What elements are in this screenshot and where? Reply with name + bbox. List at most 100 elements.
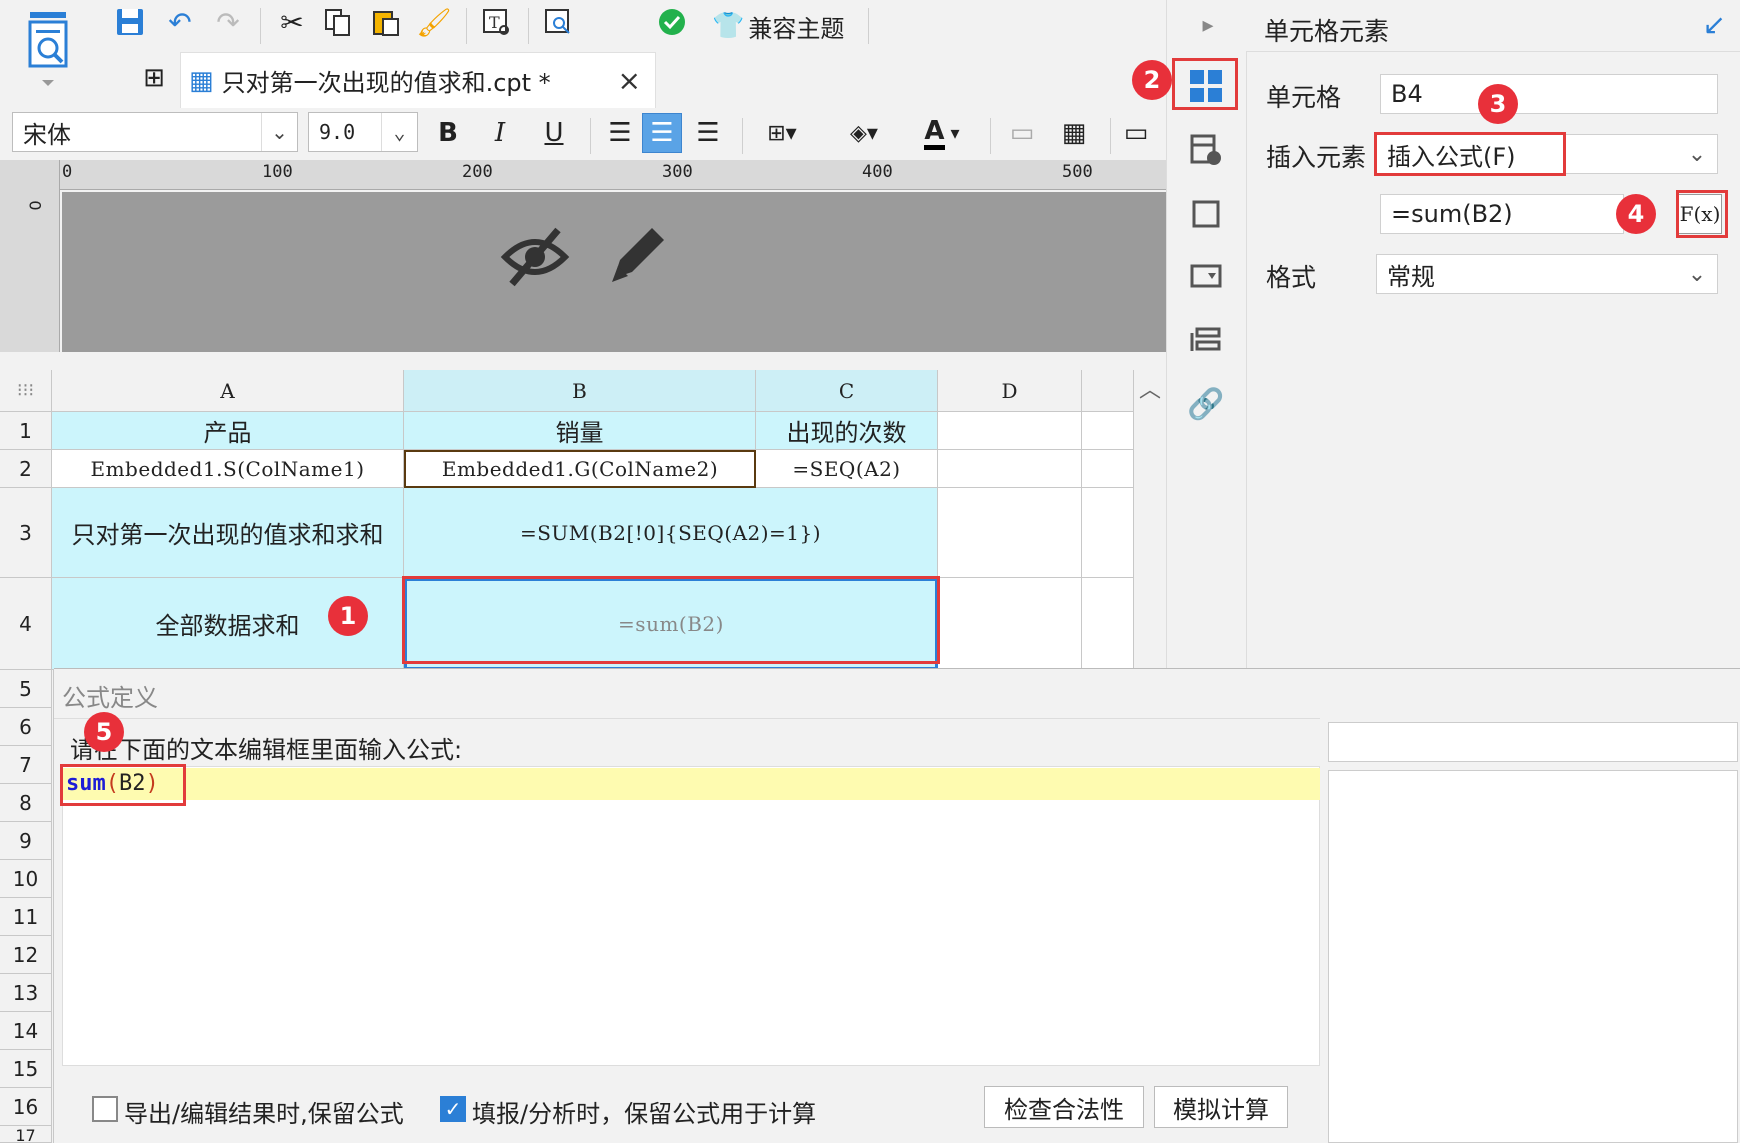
select-all-corner[interactable]: ⁝⁝⁝ [0, 370, 52, 412]
row-header-4[interactable]: 4 [0, 578, 52, 670]
inspect-icon[interactable] [538, 2, 578, 42]
row-header-15[interactable]: 15 [0, 1050, 52, 1088]
cell-a2[interactable]: Embedded1.S(ColName1) [52, 450, 404, 488]
paste-icon[interactable] [366, 2, 406, 42]
format-label: 格式 [1266, 263, 1317, 292]
row-header-8[interactable]: 8 [0, 784, 52, 822]
formula-input[interactable]: =sum(B2) [1380, 194, 1624, 234]
copy-icon[interactable] [318, 2, 358, 42]
annotation-box-4 [1676, 190, 1728, 238]
keep-formula-export-checkbox[interactable] [92, 1096, 118, 1122]
scroll-up-icon[interactable]: ︿ [1134, 370, 1166, 406]
keep-formula-fill-checkbox[interactable]: ✓ [440, 1096, 466, 1122]
close-icon[interactable]: × [618, 64, 641, 97]
font-color-button[interactable]: A ▾ [910, 113, 974, 153]
edit-pencil-icon[interactable] [602, 220, 672, 290]
redo-icon[interactable]: ↷ [208, 2, 248, 42]
cell-d4[interactable] [938, 578, 1082, 670]
border-icon[interactable]: ⊞▾ [750, 113, 814, 153]
align-left-icon[interactable]: ☰ [600, 113, 640, 153]
wrap-icon[interactable]: ▭ [1116, 113, 1156, 153]
cell-e4[interactable] [1082, 578, 1134, 670]
function-search-input[interactable] [1328, 722, 1738, 762]
grid-view-icon[interactable]: ⊞ [136, 60, 172, 96]
cut-icon[interactable]: ✂ [272, 2, 312, 42]
cell-e2[interactable] [1082, 450, 1134, 488]
widget-icon[interactable] [1186, 194, 1226, 234]
row-header-17[interactable]: 17 [0, 1126, 52, 1143]
chevron-down-icon: ⌄ [1687, 261, 1707, 287]
cell-d2[interactable] [938, 450, 1082, 488]
row-header-10[interactable]: 10 [0, 860, 52, 898]
theme-icon: 👕 [712, 11, 745, 41]
align-right-icon[interactable]: ☰ [688, 113, 728, 153]
tab-report[interactable]: ▦ 只对第一次出现的值求和.cpt * × [180, 52, 656, 108]
ruler-label: 300 [662, 162, 693, 182]
row-header-1[interactable]: 1 [0, 412, 52, 450]
property-panel-header: 单元格元素 ↙ [1246, 0, 1740, 52]
align-center-icon[interactable]: ☰ [642, 113, 682, 153]
preview-icon[interactable] [18, 8, 78, 88]
row-header-12[interactable]: 12 [0, 936, 52, 974]
merge-cell-icon[interactable]: ▭ [1002, 113, 1042, 153]
simulate-button[interactable]: 模拟计算 [1154, 1086, 1288, 1128]
column-header-c[interactable]: C [756, 370, 938, 412]
cell-attribute-icon[interactable] [1186, 130, 1226, 170]
column-header-d[interactable]: D [938, 370, 1082, 412]
row-header-11[interactable]: 11 [0, 898, 52, 936]
row-header-6[interactable]: 6 [0, 708, 52, 746]
collapse-panel-icon[interactable]: ↙ [1703, 8, 1726, 41]
row-header-3[interactable]: 3 [0, 488, 52, 578]
collapse-arrow-icon[interactable]: ▸ [1196, 10, 1220, 40]
italic-button[interactable]: I [480, 113, 520, 153]
compat-theme-button[interactable]: 👕 兼容主题 [712, 8, 844, 44]
ruler-label: 0 [62, 162, 73, 182]
cell-b1[interactable]: 销量 [404, 412, 756, 450]
row-header-14[interactable]: 14 [0, 1012, 52, 1050]
fill-color-icon[interactable]: ◈▾ [832, 113, 896, 153]
row-header-7[interactable]: 7 [0, 746, 52, 784]
row-header-9[interactable]: 9 [0, 822, 52, 860]
cell-c1[interactable]: 出现的次数 [756, 412, 938, 450]
annotation-box-5 [60, 764, 186, 806]
cell-a3[interactable]: 只对第一次出现的值求和求和 [52, 488, 404, 578]
cell-e3[interactable] [1082, 488, 1134, 578]
condition-icon[interactable] [1186, 320, 1226, 360]
bold-button[interactable]: B [428, 113, 468, 153]
check-validity-button[interactable]: 检查合法性 [984, 1086, 1144, 1128]
ruler-label: 100 [262, 162, 293, 182]
column-header-a[interactable]: A [52, 370, 404, 412]
cell-a1[interactable]: 产品 [52, 412, 404, 450]
cell-b3[interactable]: =SUM(B2[!0]{SEQ(A2)=1}) [404, 488, 938, 578]
ruler-vertical-label: 0 [25, 200, 45, 211]
text-icon[interactable]: T [476, 2, 516, 42]
cell-b2[interactable]: Embedded1.G(ColName2) [404, 450, 756, 488]
annotation-badge-1: 1 [328, 596, 368, 636]
save-icon[interactable] [110, 2, 150, 42]
cell-label: 单元格 [1266, 83, 1342, 112]
formula-editor[interactable] [62, 766, 1320, 1066]
row-header-5[interactable]: 5 [0, 670, 52, 708]
font-name-select[interactable]: 宋体 ⌄ [12, 112, 298, 152]
check-icon[interactable] [652, 2, 692, 42]
undo-icon[interactable]: ↶ [160, 2, 200, 42]
function-list[interactable] [1328, 770, 1738, 1143]
cell-e1[interactable] [1082, 412, 1134, 450]
row-header-2[interactable]: 2 [0, 450, 52, 488]
format-brush-icon[interactable]: 🖌 [414, 2, 454, 42]
cell-name-input[interactable]: B4 [1380, 74, 1718, 114]
table-icon[interactable]: ▦ [1054, 113, 1094, 153]
cell-d1[interactable] [938, 412, 1082, 450]
row-header-16[interactable]: 16 [0, 1088, 52, 1126]
dropdown-widget-icon[interactable] [1186, 256, 1226, 296]
column-header-b[interactable]: B [404, 370, 756, 412]
format-select[interactable]: 常规 ⌄ [1376, 254, 1718, 294]
underline-button[interactable]: U [534, 113, 574, 153]
column-header-e[interactable] [1082, 370, 1134, 412]
hidden-eye-icon[interactable] [500, 222, 570, 292]
cell-c2[interactable]: =SEQ(A2) [756, 450, 938, 488]
font-size-select[interactable]: 9.0 ⌄ [308, 112, 418, 152]
link-icon[interactable]: 🔗 [1186, 384, 1226, 424]
cell-d3[interactable] [938, 488, 1082, 578]
row-header-13[interactable]: 13 [0, 974, 52, 1012]
